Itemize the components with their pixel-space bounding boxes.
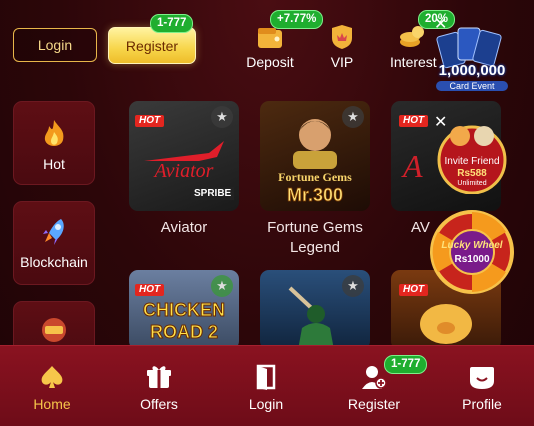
gift-icon — [147, 366, 171, 388]
nav-label: Login — [248, 396, 284, 412]
card-event-amount: 1,000,000 — [438, 62, 506, 79]
nav-label: Register — [347, 396, 401, 412]
pig-art — [420, 304, 472, 344]
vip-label: VIP — [330, 54, 354, 70]
nav-label: Home — [33, 396, 71, 412]
wheel-title: Lucky Wheel — [441, 240, 503, 251]
aviator-logo: Aviator — [144, 141, 224, 181]
close-icon[interactable]: ✕ — [434, 112, 447, 132]
favorite-star-icon[interactable]: ★ — [342, 106, 364, 128]
spade-home-icon — [41, 366, 63, 388]
register-badge: 1-777 — [150, 14, 194, 33]
nav-offers[interactable]: Offers — [119, 363, 199, 412]
cricket-player-art — [288, 286, 334, 350]
profile-face-icon — [470, 367, 494, 389]
vip-button[interactable]: VIP — [322, 24, 362, 70]
crown-shield-icon — [332, 25, 352, 49]
svg-text:Fortune Gems: Fortune Gems — [278, 170, 352, 184]
invite-amount: Rs588 — [457, 168, 487, 179]
invite-title: Invite Friend — [444, 156, 500, 167]
flame-icon — [44, 120, 64, 146]
register-nav-badge: 1-777 — [384, 355, 428, 374]
nav-profile[interactable]: Profile — [442, 363, 522, 412]
login-button[interactable]: Login — [13, 28, 97, 62]
nav-label: Offers — [140, 396, 178, 412]
favorite-star-icon[interactable]: ★ — [211, 275, 233, 297]
sidebar-item-hot[interactable]: Hot — [13, 101, 95, 185]
spribe-brand: SPRIBE — [191, 187, 235, 200]
game-tile-aviator[interactable]: HOT ★ Aviator SPRIBE — [129, 101, 239, 211]
lucky-wheel-promo[interactable]: Lucky Wheel Rs1000 — [428, 208, 516, 300]
game-name: Aviator — [160, 219, 208, 236]
hot-tag: HOT — [399, 115, 429, 127]
favorite-star-icon[interactable]: ★ — [211, 106, 233, 128]
game-tile-cricket[interactable]: ★ — [260, 270, 370, 350]
wheel-amount: Rs1000 — [454, 254, 490, 265]
fortune-gems-logo: Fortune Gems Mr.300 — [278, 170, 352, 205]
game-tile-fortune-gems-legend[interactable]: ★ Fortune Gems Mr.300 — [260, 101, 370, 211]
nav-login[interactable]: Login — [226, 363, 306, 412]
sidebar-item-blockchain[interactable]: Blockchain — [13, 201, 95, 285]
card-event-promo[interactable]: ✕ 1,000,000 Card Event — [426, 16, 518, 100]
invite-note: Unlimited — [457, 180, 487, 187]
deposit-button[interactable]: Deposit — [244, 24, 296, 70]
svg-text:A: A — [401, 148, 423, 184]
sidebar-item-label: Blockchain — [20, 254, 88, 270]
card-event-subtitle: Card Event — [436, 81, 508, 91]
game-tile-chicken-road-2[interactable]: HOT ★ CHICKEN ROAD 2 — [129, 270, 239, 350]
sidebar-item-label: Hot — [43, 156, 65, 172]
svg-text:ROAD 2: ROAD 2 — [150, 322, 218, 342]
character-art — [293, 119, 337, 169]
deposit-badge: +7.77% — [270, 10, 324, 29]
nav-label: Profile — [462, 396, 502, 412]
svg-text:Mr.300: Mr.300 — [287, 185, 343, 205]
door-icon — [256, 364, 276, 390]
svg-text:Aviator: Aviator — [153, 160, 214, 181]
close-icon[interactable]: ✕ — [434, 14, 447, 34]
svg-text:CHICKEN: CHICKEN — [143, 300, 225, 320]
deposit-label: Deposit — [246, 54, 294, 70]
game-name: Fortune Gems Legend — [267, 219, 363, 256]
rocket-icon — [43, 219, 64, 245]
lottery-icon — [42, 318, 66, 342]
chicken-road-logo: CHICKEN ROAD 2 — [142, 300, 225, 343]
hot-tag: HOT — [135, 115, 165, 127]
hot-tag: HOT — [135, 284, 165, 296]
nav-home[interactable]: Home — [12, 363, 92, 412]
invite-friend-promo[interactable]: ✕ Invite Friend Rs588 Unlimited — [426, 112, 518, 194]
